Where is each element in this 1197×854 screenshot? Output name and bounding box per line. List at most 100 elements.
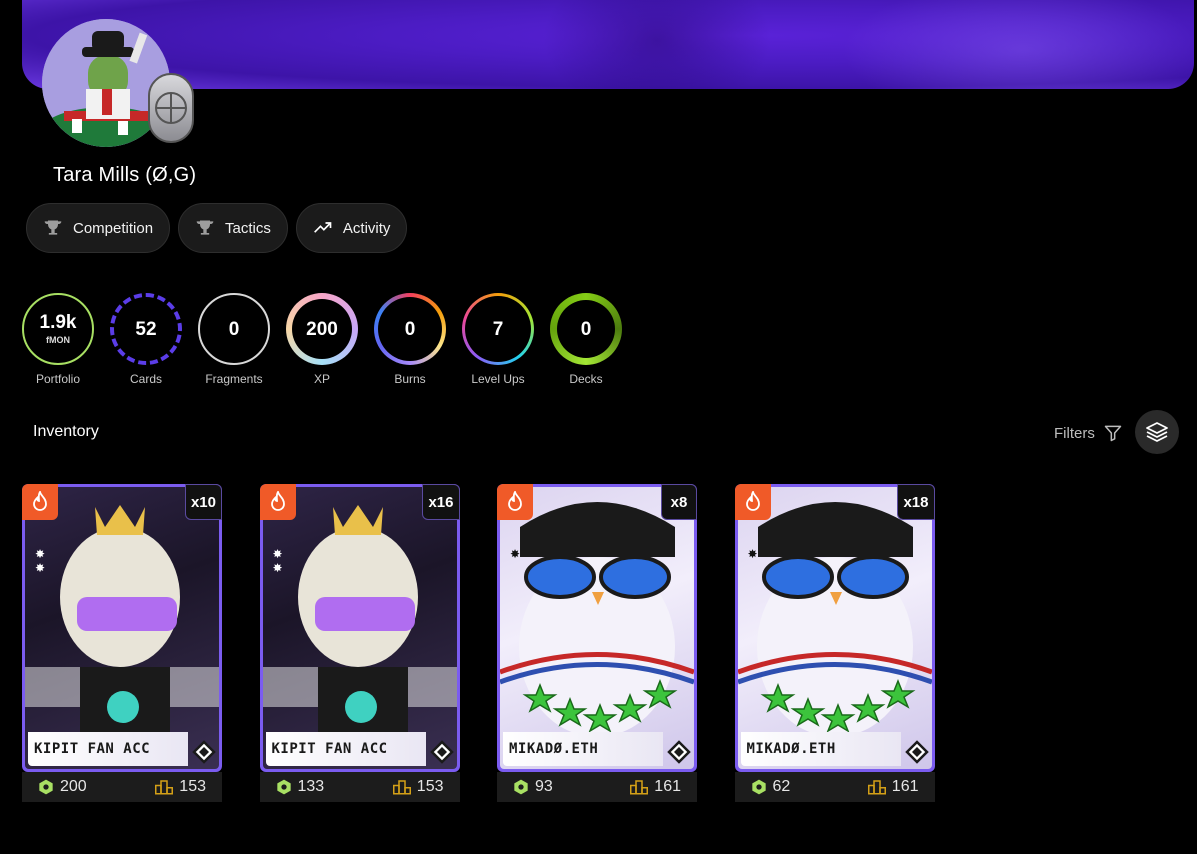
burn-button[interactable] — [734, 484, 771, 520]
inventory-card[interactable]: ✸ x18 MIKADØ.ETH 62 161 — [734, 484, 935, 802]
stat-ring: 7 — [462, 293, 534, 365]
shield-icon — [155, 92, 187, 124]
card-image: ✸ ✸ — [25, 487, 219, 769]
card-level-stars: ✸ ✸ — [35, 547, 46, 575]
tab-label: Tactics — [225, 219, 271, 237]
kipit-character-image — [262, 505, 457, 747]
card-quantity: x8 — [661, 484, 697, 520]
card-rank: 153 — [392, 778, 444, 796]
inventory-card[interactable]: ✸ ✸ x16 KIPIT FAN ACC 133 153 — [259, 484, 460, 802]
card-name: MIKADØ.ETH — [740, 732, 901, 766]
card-art[interactable]: ✸ ✸ x10 KIPIT FAN ACC — [22, 484, 222, 772]
card-level-stars: ✸ — [747, 547, 758, 561]
podium-icon — [867, 780, 886, 795]
stats-row: 1.9k fMON Portfolio 52 Cards 0 Fragments… — [22, 293, 622, 386]
fire-icon — [745, 491, 760, 511]
stat-label: XP — [313, 372, 330, 386]
stat-value: 0 — [228, 318, 240, 340]
stat-ring: 200 — [286, 293, 358, 365]
card-value: 93 — [513, 778, 553, 796]
kipit-character-image — [25, 505, 219, 747]
fire-icon — [508, 491, 522, 511]
diamond-icon — [192, 740, 216, 764]
stat-level-ups[interactable]: 7 Level Ups — [462, 293, 534, 386]
card-name: KIPIT FAN ACC — [28, 732, 188, 766]
stat-ring: 0 — [198, 293, 270, 365]
card-value: 200 — [38, 778, 87, 796]
card-level-stars: ✸ — [510, 547, 521, 561]
card-rank: 153 — [155, 778, 206, 796]
card-footer: 93 161 — [497, 772, 697, 802]
card-value: 62 — [751, 778, 791, 796]
diamond-icon — [429, 740, 454, 764]
rank-badge — [148, 73, 194, 143]
hexagon-coin-icon — [39, 779, 53, 795]
mikado-character-image — [737, 502, 932, 737]
stat-value: 1.9k — [39, 312, 77, 333]
tab-competition[interactable]: Competition — [26, 203, 171, 253]
stat-unit: fMON — [46, 335, 70, 345]
card-rank: 161 — [630, 778, 681, 796]
layers-icon — [1146, 422, 1168, 442]
card-quantity: x16 — [422, 484, 460, 520]
stat-label: Fragments — [205, 372, 263, 386]
tab-activity[interactable]: Activity — [295, 203, 408, 253]
inventory-card[interactable]: ✸ ✸ x10 KIPIT FAN ACC 200 153 — [22, 484, 222, 802]
stat-label: Cards — [129, 372, 162, 386]
username: Tara Mills (Ø,G) — [53, 164, 197, 186]
card-rank-text: 161 — [891, 778, 919, 795]
card-rank-text: 161 — [654, 778, 681, 795]
stat-label: Level Ups — [471, 372, 525, 386]
filters-button[interactable]: Filters — [1054, 423, 1123, 443]
trophy-icon — [44, 220, 62, 235]
podium-icon — [155, 780, 174, 795]
filter-icon — [1104, 425, 1122, 442]
card-art[interactable]: ✸ x8 MIKADØ.ETH — [497, 484, 697, 772]
inventory-card[interactable]: ✸ x8 MIKADØ.ETH 93 161 — [497, 484, 697, 802]
card-value-text: 62 — [772, 778, 791, 795]
card-name: MIKADØ.ETH — [503, 732, 663, 766]
stat-portfolio[interactable]: 1.9k fMON Portfolio — [22, 293, 94, 386]
inventory-title: Inventory — [33, 423, 99, 440]
stat-xp[interactable]: 200 XP — [286, 293, 358, 386]
card-rank-text: 153 — [179, 778, 206, 795]
stat-decks[interactable]: 0 Decks — [550, 293, 622, 386]
stat-cards[interactable]: 52 Cards — [110, 293, 182, 386]
stat-ring: 1.9k fMON — [22, 293, 94, 365]
card-rank-text: 153 — [416, 778, 444, 795]
profile-tabs: Competition Tactics Activity — [26, 203, 408, 253]
fire-icon — [270, 491, 285, 511]
card-quantity: x18 — [897, 484, 935, 520]
trophy-icon — [196, 220, 214, 235]
card-image: ✸ — [737, 487, 932, 769]
stat-value: 7 — [492, 318, 504, 340]
diamond-icon — [904, 740, 929, 764]
card-art[interactable]: ✸ x18 MIKADØ.ETH — [734, 484, 935, 772]
stat-value: 52 — [135, 318, 157, 340]
card-footer: 200 153 — [22, 772, 222, 802]
stat-label: Decks — [569, 372, 603, 386]
card-art[interactable]: ✸ ✸ x16 KIPIT FAN ACC — [259, 484, 460, 772]
card-footer: 62 161 — [734, 772, 935, 802]
stat-ring: 52 — [110, 293, 182, 365]
stat-value: 0 — [580, 318, 592, 340]
card-rank: 161 — [867, 778, 919, 796]
card-value-text: 200 — [60, 778, 87, 795]
burn-button[interactable] — [497, 484, 533, 520]
hexagon-coin-icon — [276, 779, 291, 795]
card-level-stars: ✸ ✸ — [272, 547, 283, 575]
stat-burns[interactable]: 0 Burns — [374, 293, 446, 386]
stat-value: 0 — [404, 318, 416, 340]
mikado-character-image — [500, 502, 694, 737]
stat-label: Burns — [394, 372, 426, 386]
tab-label: Activity — [342, 219, 391, 237]
stat-fragments[interactable]: 0 Fragments — [198, 293, 270, 386]
stat-value: 200 — [306, 318, 338, 340]
burn-button[interactable] — [22, 484, 58, 520]
tab-tactics[interactable]: Tactics — [178, 203, 288, 253]
burn-button[interactable] — [259, 484, 296, 520]
card-image: ✸ ✸ — [262, 487, 457, 769]
stat-label: Portfolio — [35, 372, 81, 386]
fire-icon — [33, 491, 47, 511]
layers-button[interactable] — [1135, 410, 1179, 454]
